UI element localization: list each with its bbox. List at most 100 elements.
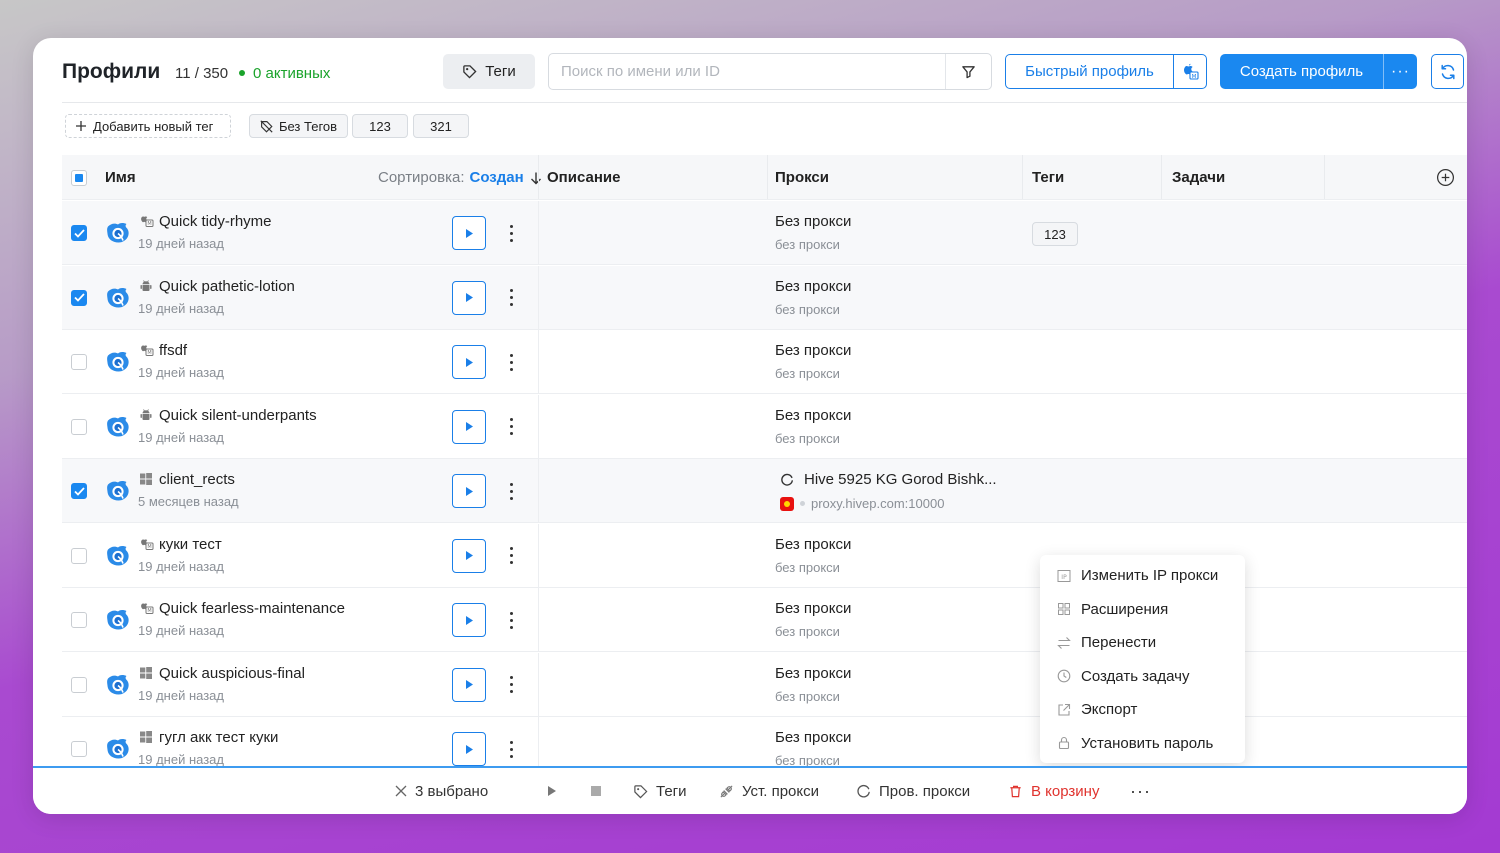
proxy-name[interactable]: Без прокси bbox=[775, 536, 851, 553]
start-profile-button[interactable] bbox=[452, 538, 486, 573]
column-description[interactable]: Описание bbox=[547, 155, 620, 200]
menu-item-export[interactable]: Экспорт bbox=[1040, 693, 1245, 727]
proxy-name[interactable]: Без прокси bbox=[775, 278, 851, 295]
row-checkbox[interactable] bbox=[71, 612, 87, 628]
table-row[interactable]: M Quick tidy-rhyme 19 дней назад Без прокси… bbox=[62, 201, 1467, 265]
profile-name[interactable]: куки тест bbox=[159, 536, 222, 553]
row-checkbox[interactable] bbox=[71, 741, 87, 757]
table-row[interactable]: Mкуки тест 19 дней назад Без прокси без про… bbox=[62, 523, 1467, 588]
bulk-stop-button[interactable] bbox=[591, 768, 601, 814]
profile-name[interactable]: Quick tidy-rhyme bbox=[159, 213, 272, 230]
column-proxy[interactable]: Прокси bbox=[775, 155, 829, 200]
table-row[interactable]: Quick auspicious-final 19 дней назад Без п… bbox=[62, 652, 1467, 717]
add-tag-button[interactable]: Добавить новый тег bbox=[65, 114, 231, 138]
tags-button[interactable]: Теги bbox=[443, 54, 535, 89]
row-menu-button[interactable] bbox=[502, 413, 520, 441]
proxy-name[interactable]: Без прокси bbox=[775, 665, 851, 682]
bulk-check-proxy-button[interactable]: Пров. прокси bbox=[856, 768, 970, 814]
profile-name[interactable]: гугл акк тест куки bbox=[159, 729, 278, 746]
row-menu-button[interactable] bbox=[502, 542, 520, 570]
checkbox[interactable] bbox=[71, 289, 87, 306]
search-input[interactable] bbox=[549, 54, 945, 89]
proxy-name[interactable]: Hive 5925 KG Gorod Bishk... bbox=[780, 471, 997, 488]
sort-value[interactable]: Создан bbox=[470, 169, 524, 186]
checkbox[interactable] bbox=[71, 741, 87, 757]
row-checkbox[interactable] bbox=[71, 418, 87, 435]
tag-filter-chip[interactable]: 321 bbox=[413, 114, 469, 138]
menu-item-create-task[interactable]: Создать задачу bbox=[1040, 660, 1245, 694]
filter-button[interactable] bbox=[945, 54, 991, 89]
row-checkbox[interactable] bbox=[71, 354, 87, 370]
bulk-trash-button[interactable]: В корзину bbox=[1008, 768, 1099, 814]
start-profile-button[interactable] bbox=[452, 345, 486, 379]
proxy-name[interactable]: Без прокси bbox=[775, 729, 851, 746]
table-row[interactable]: Quick silent-underpants 19 дней назад Без … bbox=[62, 394, 1467, 459]
checkbox[interactable] bbox=[71, 418, 87, 435]
profile-name[interactable]: Quick silent-underpants bbox=[159, 407, 317, 424]
row-menu-button[interactable] bbox=[502, 735, 520, 763]
start-profile-button[interactable] bbox=[452, 667, 486, 702]
checkbox[interactable] bbox=[71, 547, 87, 564]
quick-profile-button[interactable]: Быстрый профиль M bbox=[1005, 54, 1207, 89]
row-checkbox[interactable] bbox=[71, 289, 87, 306]
column-tags[interactable]: Теги bbox=[1032, 155, 1064, 200]
start-profile-button[interactable] bbox=[452, 603, 486, 637]
table-row[interactable]: Mffsdf 19 дней назад Без прокси без прокси bbox=[62, 330, 1467, 394]
menu-item-move[interactable]: Перенести bbox=[1040, 626, 1245, 660]
profile-name[interactable]: Quick fearless-maintenance bbox=[159, 600, 345, 617]
start-profile-button[interactable] bbox=[452, 409, 486, 444]
row-menu-button[interactable] bbox=[502, 284, 520, 312]
row-menu-button[interactable] bbox=[502, 477, 520, 505]
row-menu-button[interactable] bbox=[502, 606, 520, 634]
row-checkbox[interactable] bbox=[71, 547, 87, 564]
row-checkbox[interactable] bbox=[71, 483, 87, 499]
no-tags-filter[interactable]: Без Тегов bbox=[249, 114, 348, 138]
proxy-name[interactable]: Без прокси bbox=[775, 600, 851, 617]
start-profile-button[interactable] bbox=[452, 216, 486, 250]
start-profile-button[interactable] bbox=[452, 732, 486, 766]
profile-name[interactable]: client_rects bbox=[159, 471, 235, 488]
bulk-tags-button[interactable]: Теги bbox=[633, 768, 687, 814]
tag-filter-chip[interactable]: 123 bbox=[352, 114, 408, 138]
checkbox[interactable] bbox=[71, 612, 87, 628]
profile-name[interactable]: Quick auspicious-final bbox=[159, 665, 305, 682]
bulk-set-proxy-button[interactable]: Уст. прокси bbox=[719, 768, 819, 814]
start-profile-button[interactable] bbox=[452, 474, 486, 508]
row-checkbox[interactable] bbox=[71, 225, 87, 241]
row-menu-button[interactable] bbox=[502, 671, 520, 699]
create-more-button[interactable]: ··· bbox=[1383, 54, 1417, 89]
proxy-name[interactable]: Без прокси bbox=[775, 342, 851, 359]
menu-item-extensions[interactable]: Расширения bbox=[1040, 593, 1245, 627]
row-menu-button[interactable] bbox=[502, 348, 520, 376]
quick-profile-os-button[interactable]: M bbox=[1173, 55, 1206, 88]
sort-control[interactable]: Сортировка: Создан bbox=[378, 155, 543, 200]
column-name[interactable]: Имя bbox=[105, 155, 136, 200]
create-profile-button[interactable]: Создать профиль ··· bbox=[1220, 54, 1417, 89]
clear-selection-button[interactable]: 3 выбрано bbox=[395, 768, 488, 814]
column-tasks[interactable]: Задачи bbox=[1172, 155, 1225, 200]
table-row[interactable]: M Quick fearless-maintenance 19 дней назад… bbox=[62, 588, 1467, 652]
windows-icon bbox=[139, 472, 153, 491]
proxy-name[interactable]: Без прокси bbox=[775, 213, 851, 230]
bulk-more-button[interactable]: ··· bbox=[1130, 768, 1151, 814]
bulk-start-button[interactable] bbox=[547, 768, 557, 814]
row-menu-button[interactable] bbox=[502, 219, 520, 247]
select-all-checkbox[interactable] bbox=[71, 155, 87, 200]
start-profile-button[interactable] bbox=[452, 280, 486, 315]
checkbox[interactable] bbox=[71, 676, 87, 693]
refresh-button[interactable] bbox=[1431, 54, 1464, 89]
checkbox[interactable] bbox=[71, 354, 87, 370]
add-column-button[interactable] bbox=[1436, 155, 1455, 200]
table-row[interactable]: client_rects 5 месяцев назад Hive 5925 KG … bbox=[62, 459, 1467, 523]
checkbox[interactable] bbox=[71, 483, 87, 499]
checkbox-partial[interactable] bbox=[71, 169, 87, 186]
checkbox[interactable] bbox=[71, 225, 87, 241]
row-checkbox[interactable] bbox=[71, 676, 87, 693]
profile-name[interactable]: ffsdf bbox=[159, 342, 187, 359]
profile-name[interactable]: Quick pathetic-lotion bbox=[159, 278, 295, 295]
menu-item-change-ip[interactable]: IP Изменить IP прокси bbox=[1040, 559, 1245, 593]
proxy-name[interactable]: Без прокси bbox=[775, 407, 851, 424]
menu-item-set-password[interactable]: Установить пароль bbox=[1040, 727, 1245, 761]
row-tag-chip[interactable]: 123 bbox=[1032, 222, 1078, 246]
table-row[interactable]: Quick pathetic-lotion 19 дней назад Без пр… bbox=[62, 265, 1467, 330]
